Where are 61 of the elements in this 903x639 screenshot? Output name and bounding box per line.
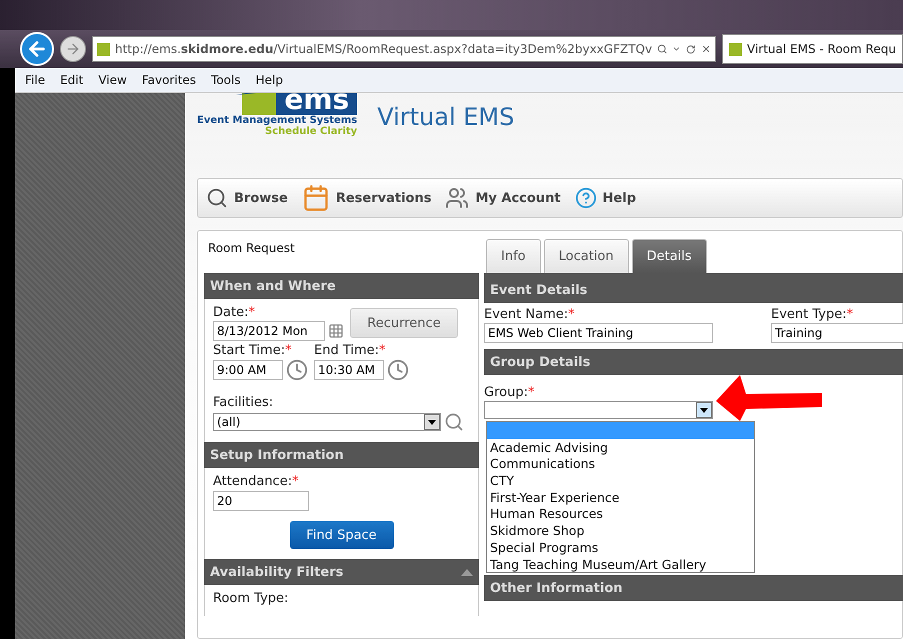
date-field[interactable]: 8/13/2012 Mon [213,321,325,341]
tab[interactable]: Info [486,239,541,273]
logo-icon [236,93,276,115]
site-icon [97,42,110,56]
menu-item[interactable]: Favorites [142,73,196,87]
section-header: Setup Information [204,442,479,468]
logo-tagline: Schedule Clarity [265,126,358,137]
section-title: Availability Filters [210,564,344,580]
section-header: When and Where [204,273,479,299]
menu-item[interactable]: Help [256,73,283,87]
search-icon [206,187,228,209]
back-button[interactable] [20,32,54,66]
field-label: Group:* [484,385,536,400]
forward-button[interactable] [60,36,86,62]
browser-tab[interactable]: Virtual EMS - Room Requ [722,34,903,64]
tab[interactable]: Details [632,239,707,273]
page-title: Room Request [207,240,296,255]
field-label: Start Time:* [213,343,293,358]
refresh-icon[interactable] [686,42,696,56]
clock-icon[interactable] [286,359,308,381]
nav-button[interactable]: Reservations [302,184,432,212]
facilities-select[interactable]: (all) [213,413,441,431]
menu-item[interactable]: Edit [60,73,84,87]
collapse-icon[interactable] [461,568,473,576]
arrow-right-icon [65,41,81,57]
field-label: Room Type: [213,591,290,606]
logo-caption: Event Management Systems [197,115,358,126]
field-label: Facilities: [213,395,274,410]
logo-word: ems [276,93,358,115]
field-label: Attendance:* [213,474,300,489]
people-icon [445,186,470,210]
time-field[interactable]: 9:00 AM [213,360,283,380]
event-type-field[interactable]: Training [771,323,903,343]
nav-button[interactable]: Help [574,187,636,209]
field-label: End Time:* [314,343,387,358]
section-header: Group Details [484,349,903,375]
tab[interactable]: Location [544,239,629,273]
clock-icon[interactable] [387,359,409,381]
field-label: Date:* [213,305,256,320]
section-header: Other Information [484,575,903,601]
field-label: Event Type:* [771,307,854,322]
search-icon[interactable] [444,412,464,432]
app-title: Virtual EMS [377,103,514,131]
time-field[interactable]: 10:30 AM [314,360,384,380]
find-space-button[interactable]: Find Space [290,521,394,549]
site-icon [729,42,742,56]
menu-item[interactable]: View [98,73,127,87]
dropdown-option[interactable]: Academic Advising [487,438,754,456]
help-icon [574,187,597,209]
attendance-field[interactable]: 20 [213,491,309,511]
address-bar[interactable]: http://ems.skidmore.edu/VirtualEMS/RoomRequest.aspx?data=ity3Dem%2byxxGFZTQv [92,36,716,62]
event-name-field[interactable]: EMS Web Client Training [484,323,713,343]
section-header: Event Details [484,277,903,303]
url-text: http://ems.skidmore.edu/VirtualEMS/RoomRequest.aspx?data=ity3Dem%2byxxGFZTQv [115,42,652,56]
recurrence-button[interactable]: Recurrence [350,308,458,338]
field-label: Event Name:* [484,307,576,322]
menu-item[interactable]: File [25,73,46,87]
nav-button[interactable]: Browse [206,187,288,209]
nav-button[interactable]: My Account [445,186,561,210]
menu-item[interactable]: Tools [211,73,241,87]
search-icon[interactable] [657,42,668,56]
